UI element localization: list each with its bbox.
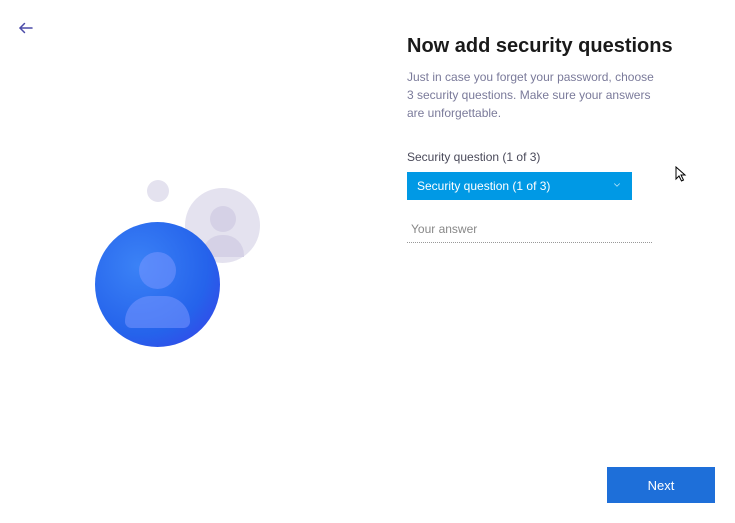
user-illustration [90, 180, 270, 380]
page-title: Now add security questions [407, 35, 657, 58]
dropdown-selected-text: Security question (1 of 3) [417, 179, 550, 193]
page-description: Just in case you forget your password, c… [407, 68, 657, 122]
back-button[interactable] [15, 17, 37, 39]
next-button[interactable]: Next [607, 467, 715, 503]
answer-input[interactable] [407, 216, 652, 243]
security-question-dropdown[interactable]: Security question (1 of 3) [407, 172, 632, 200]
question-label: Security question (1 of 3) [407, 150, 657, 164]
chevron-down-icon [612, 180, 622, 193]
mouse-cursor-icon [675, 166, 689, 184]
